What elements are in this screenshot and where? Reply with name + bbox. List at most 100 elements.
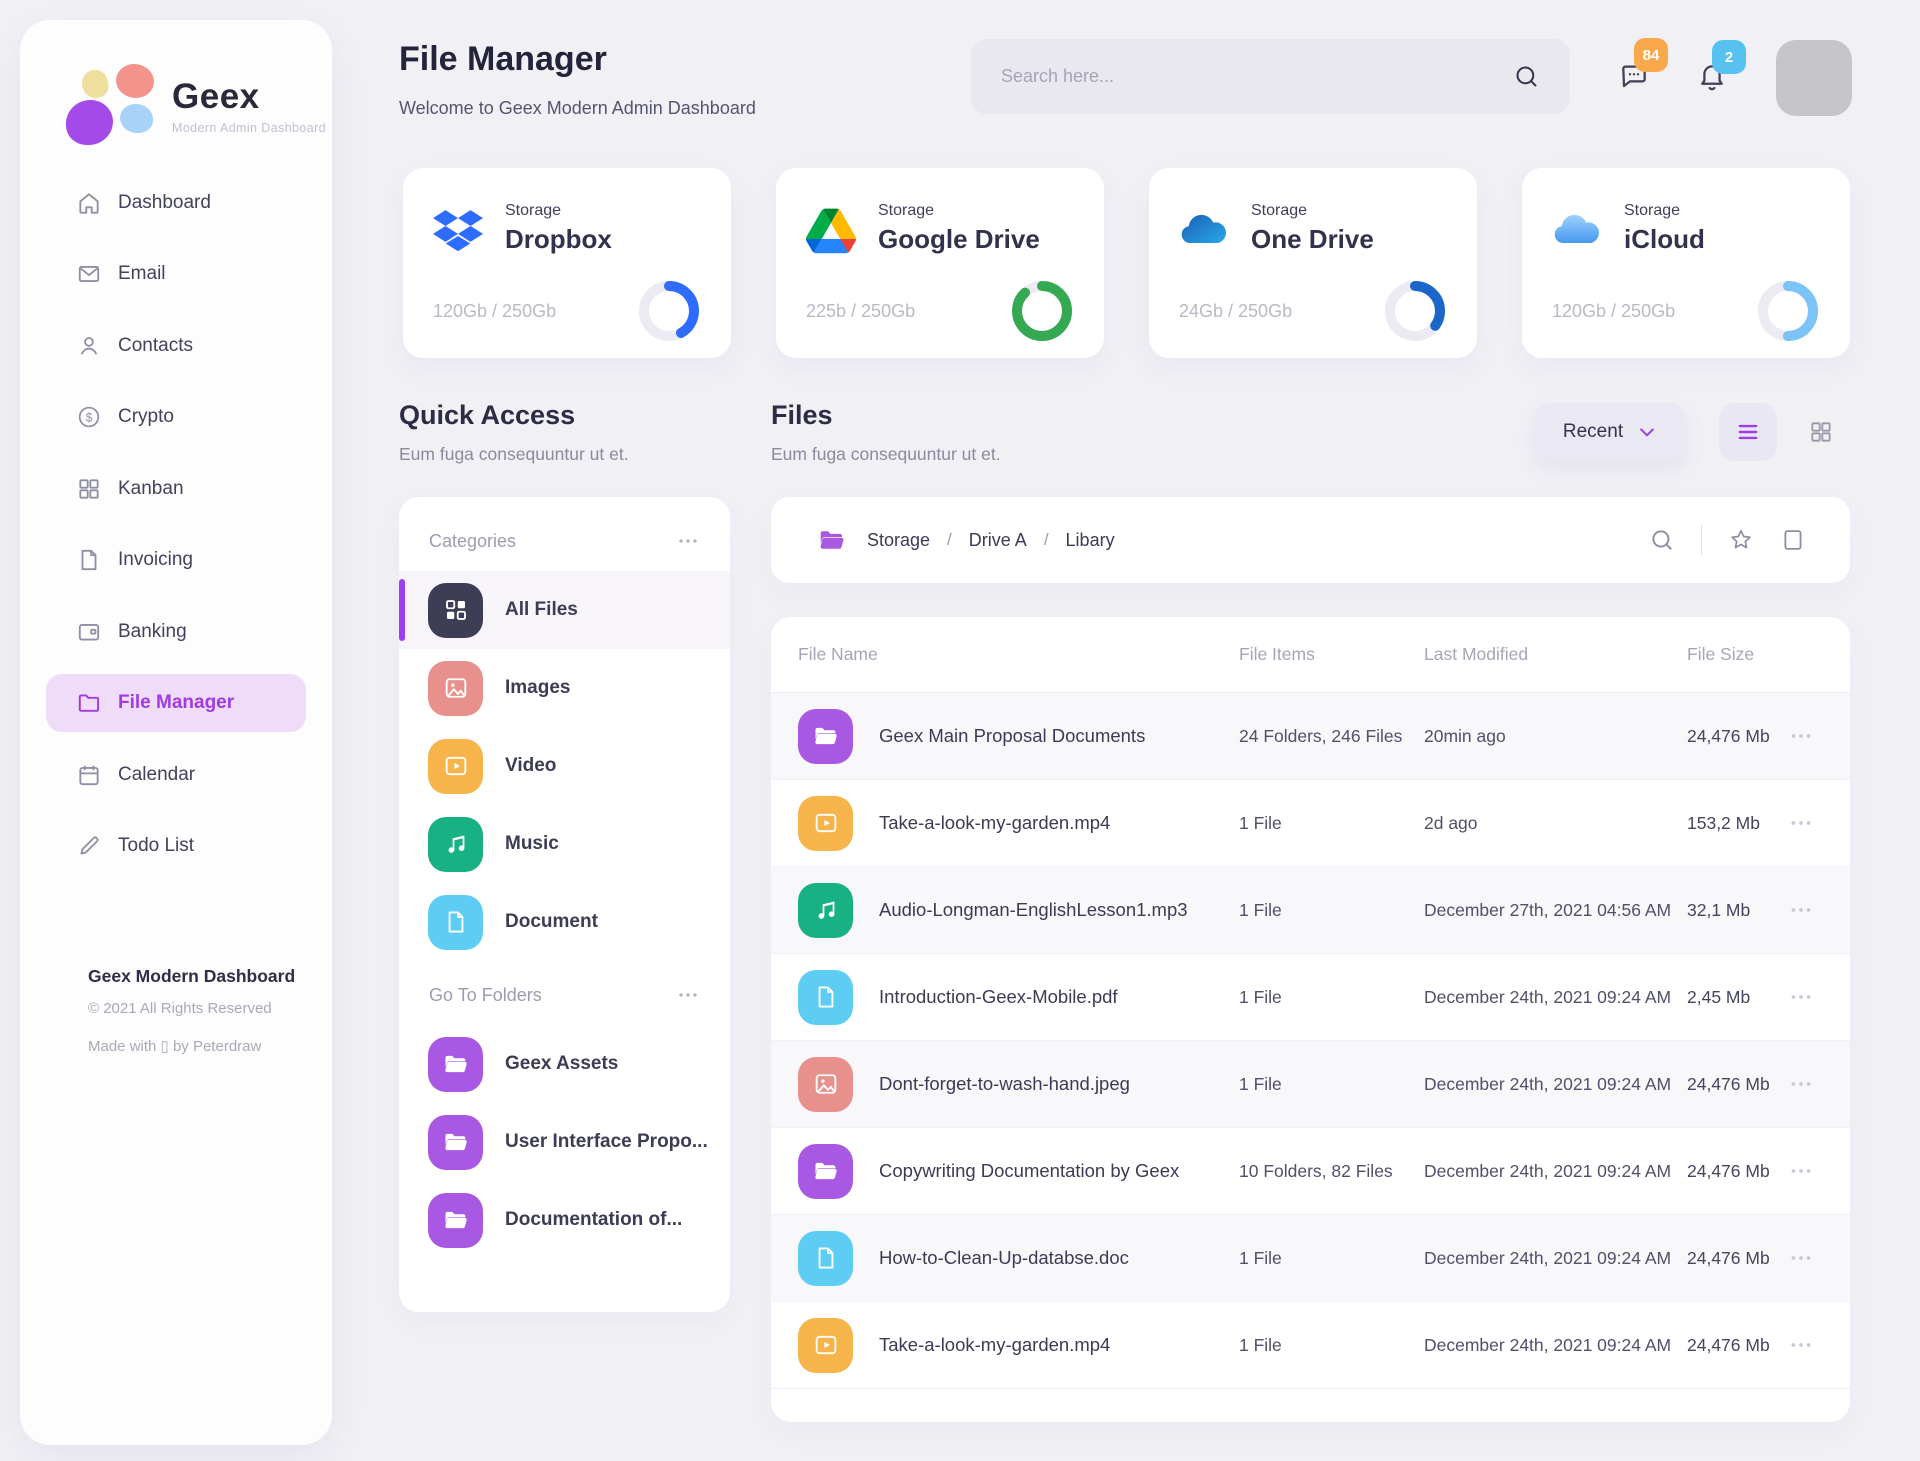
storage-name: iCloud [1624,224,1705,255]
quick-access-title: Quick Access [399,400,575,431]
table-row[interactable]: Dont-forget-to-wash-hand.jpeg 1 File Dec… [771,1041,1850,1128]
last-modified: December 27th, 2021 04:56 AM [1424,900,1687,921]
folder-icon [76,690,102,716]
file-size: 153,2 Mb [1687,813,1788,834]
messages-badge[interactable]: 84 [1634,38,1668,72]
file-items: 1 File [1239,813,1424,834]
avatar[interactable] [1776,40,1852,116]
search-bar[interactable] [971,39,1570,114]
table-row[interactable]: Audio-Longman-EnglishLesson1.mp3 1 File … [771,867,1850,954]
folder-icon [428,1037,483,1092]
category-label: Images [505,677,570,699]
column-file-size: File Size [1687,644,1788,665]
folder-geex-assets[interactable]: Geex Assets [399,1025,730,1103]
storage-card-dropbox[interactable]: Storage Dropbox 120Gb / 250Gb [403,168,731,358]
category-music[interactable]: Music [399,805,730,883]
row-menu-icon[interactable] [1788,810,1814,836]
grid-view-icon [1808,419,1834,445]
row-menu-icon[interactable] [1788,1071,1814,1097]
breadcrumb-libary[interactable]: Libary [1066,530,1115,551]
footer-copyright: © 2021 All Rights Reserved [88,1000,295,1017]
footer-credit: Made with ▯ by Peterdraw [88,1037,295,1055]
category-all-files[interactable]: All Files [399,571,730,649]
storage-usage: 24Gb / 250Gb [1179,301,1292,322]
sidebar-item-label: Calendar [118,764,195,786]
quick-access-panel: Categories All Files Images Video Music … [399,497,730,1312]
categories-label: Categories [429,531,516,552]
list-view-icon [1735,419,1761,445]
grid-icon [76,476,102,502]
list-view-button[interactable] [1719,403,1777,461]
storage-card-one-drive[interactable]: Storage One Drive 24Gb / 250Gb [1149,168,1477,358]
category-images[interactable]: Images [399,649,730,727]
sort-dropdown[interactable]: Recent [1535,403,1685,461]
storage-usage: 120Gb / 250Gb [1552,301,1675,322]
table-row[interactable]: Copywriting Documentation by Geex 10 Fol… [771,1128,1850,1215]
storage-card-google-drive[interactable]: Storage Google Drive 225b / 250Gb [776,168,1104,358]
sidebar-item-calendar[interactable]: Calendar [20,739,332,811]
sidebar-item-todo-list[interactable]: Todo List [20,811,332,883]
row-menu-icon[interactable] [1788,1332,1814,1358]
file-size: 24,476 Mb [1687,1248,1788,1269]
categories-menu-icon[interactable] [676,529,700,553]
sidebar-item-invoicing[interactable]: Invoicing [20,525,332,597]
row-menu-icon[interactable] [1788,1158,1814,1184]
sidebar-item-label: Dashboard [118,192,211,214]
sidebar-item-contacts[interactable]: Contacts [20,310,332,382]
category-document[interactable]: Document [399,883,730,961]
all-files-icon [428,583,483,638]
row-menu-icon[interactable] [1788,897,1814,923]
file-items: 1 File [1239,987,1424,1008]
sidebar-footer: Geex Modern Dashboard © 2021 All Rights … [88,966,295,1055]
file-items: 24 Folders, 246 Files [1239,726,1424,747]
folder-label: Geex Assets [505,1053,618,1075]
storage-name: Google Drive [878,224,1040,255]
favorite-icon[interactable] [1728,527,1754,553]
file-name: Take-a-look-my-garden.mp4 [879,812,1110,834]
storage-card-icloud[interactable]: Storage iCloud 120Gb / 250Gb [1522,168,1850,358]
last-modified: 2d ago [1424,813,1687,834]
column-file-name: File Name [798,644,1239,665]
search-icon[interactable] [1513,63,1540,90]
table-row[interactable]: Geex Main Proposal Documents 24 Folders,… [771,693,1850,780]
calendar-icon [76,762,102,788]
search-input[interactable] [1001,66,1495,87]
sidebar-item-dashboard[interactable]: Dashboard [20,167,332,239]
page-subtitle: Welcome to Geex Modern Admin Dashboard [399,98,756,119]
category-label: Music [505,833,559,855]
sidebar-nav: Dashboard Email Contacts $Crypto Kanban … [20,167,332,882]
sidebar-item-kanban[interactable]: Kanban [20,453,332,525]
app-subtitle: Modern Admin Dashboard [172,121,326,135]
row-menu-icon[interactable] [1788,984,1814,1010]
row-menu-icon[interactable] [1788,723,1814,749]
breadcrumb-drive-a[interactable]: Drive A [969,530,1027,551]
sidebar-item-crypto[interactable]: $Crypto [20,382,332,454]
breadcrumb-separator: / [1027,530,1066,550]
search-files-icon[interactable] [1649,527,1675,553]
breadcrumb-storage[interactable]: Storage [867,530,930,551]
file-items: 1 File [1239,1074,1424,1095]
file-items: 1 File [1239,1335,1424,1356]
folder-user-interface-proposal[interactable]: User Interface Propo... [399,1103,730,1181]
table-row[interactable]: How-to-Clean-Up-databse.doc 1 File Decem… [771,1215,1850,1302]
folder-documentation[interactable]: Documentation of... [399,1181,730,1259]
select-icon[interactable] [1780,527,1806,553]
notifications-badge[interactable]: 2 [1712,40,1746,74]
sidebar-item-email[interactable]: Email [20,239,332,311]
row-menu-icon[interactable] [1788,1245,1814,1271]
file-size: 24,476 Mb [1687,726,1788,747]
file-name: Geex Main Proposal Documents [879,725,1145,747]
storage-donut-chart [1756,279,1820,343]
grid-view-button[interactable] [1792,403,1850,461]
dropbox-icon [433,208,483,254]
table-row[interactable]: Introduction-Geex-Mobile.pdf 1 File Dece… [771,954,1850,1041]
divider [1701,524,1702,556]
sidebar-item-banking[interactable]: Banking [20,596,332,668]
last-modified: December 24th, 2021 09:24 AM [1424,1248,1687,1269]
table-row[interactable]: Take-a-look-my-garden.mp4 1 File Decembe… [771,1302,1850,1389]
sidebar-item-file-manager[interactable]: File Manager [46,674,306,732]
folders-menu-icon[interactable] [676,983,700,1007]
table-row[interactable]: Take-a-look-my-garden.mp4 1 File 2d ago … [771,780,1850,867]
folder-icon [428,1115,483,1170]
category-video[interactable]: Video [399,727,730,805]
